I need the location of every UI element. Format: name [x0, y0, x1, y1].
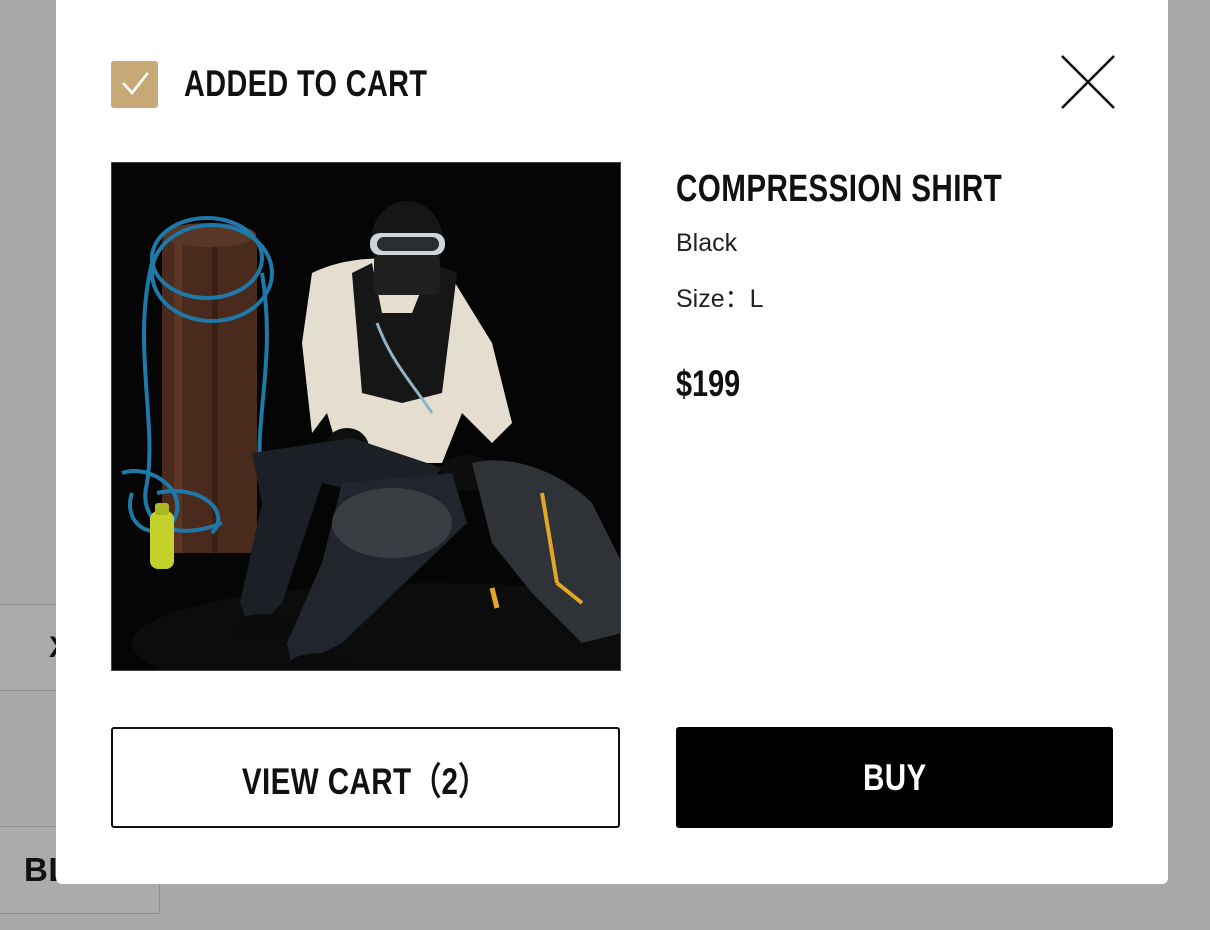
- view-cart-label: VIEW CART（2）: [242, 760, 489, 802]
- product-color: Black: [676, 229, 738, 257]
- product-size: Size：L: [676, 285, 764, 313]
- buy-label: BUY: [862, 756, 927, 798]
- checkmark-icon: [111, 60, 158, 108]
- view-cart-button[interactable]: VIEW CART（2）: [111, 727, 620, 828]
- modal-title: ADDED TO CART: [184, 63, 428, 104]
- product-price: $199: [676, 363, 741, 404]
- product-image: [111, 162, 621, 671]
- buy-button[interactable]: BUY: [676, 727, 1113, 828]
- close-icon[interactable]: [1059, 53, 1117, 111]
- modal-header: ADDED TO CART: [111, 60, 496, 108]
- product-info: COMPRESSION SHIRT Black Size：L $199: [676, 168, 1094, 405]
- added-to-cart-modal: ADDED TO CART COMPRESSION SHIRT Black Si…: [56, 0, 1168, 884]
- product-name: COMPRESSION SHIRT: [676, 168, 1003, 210]
